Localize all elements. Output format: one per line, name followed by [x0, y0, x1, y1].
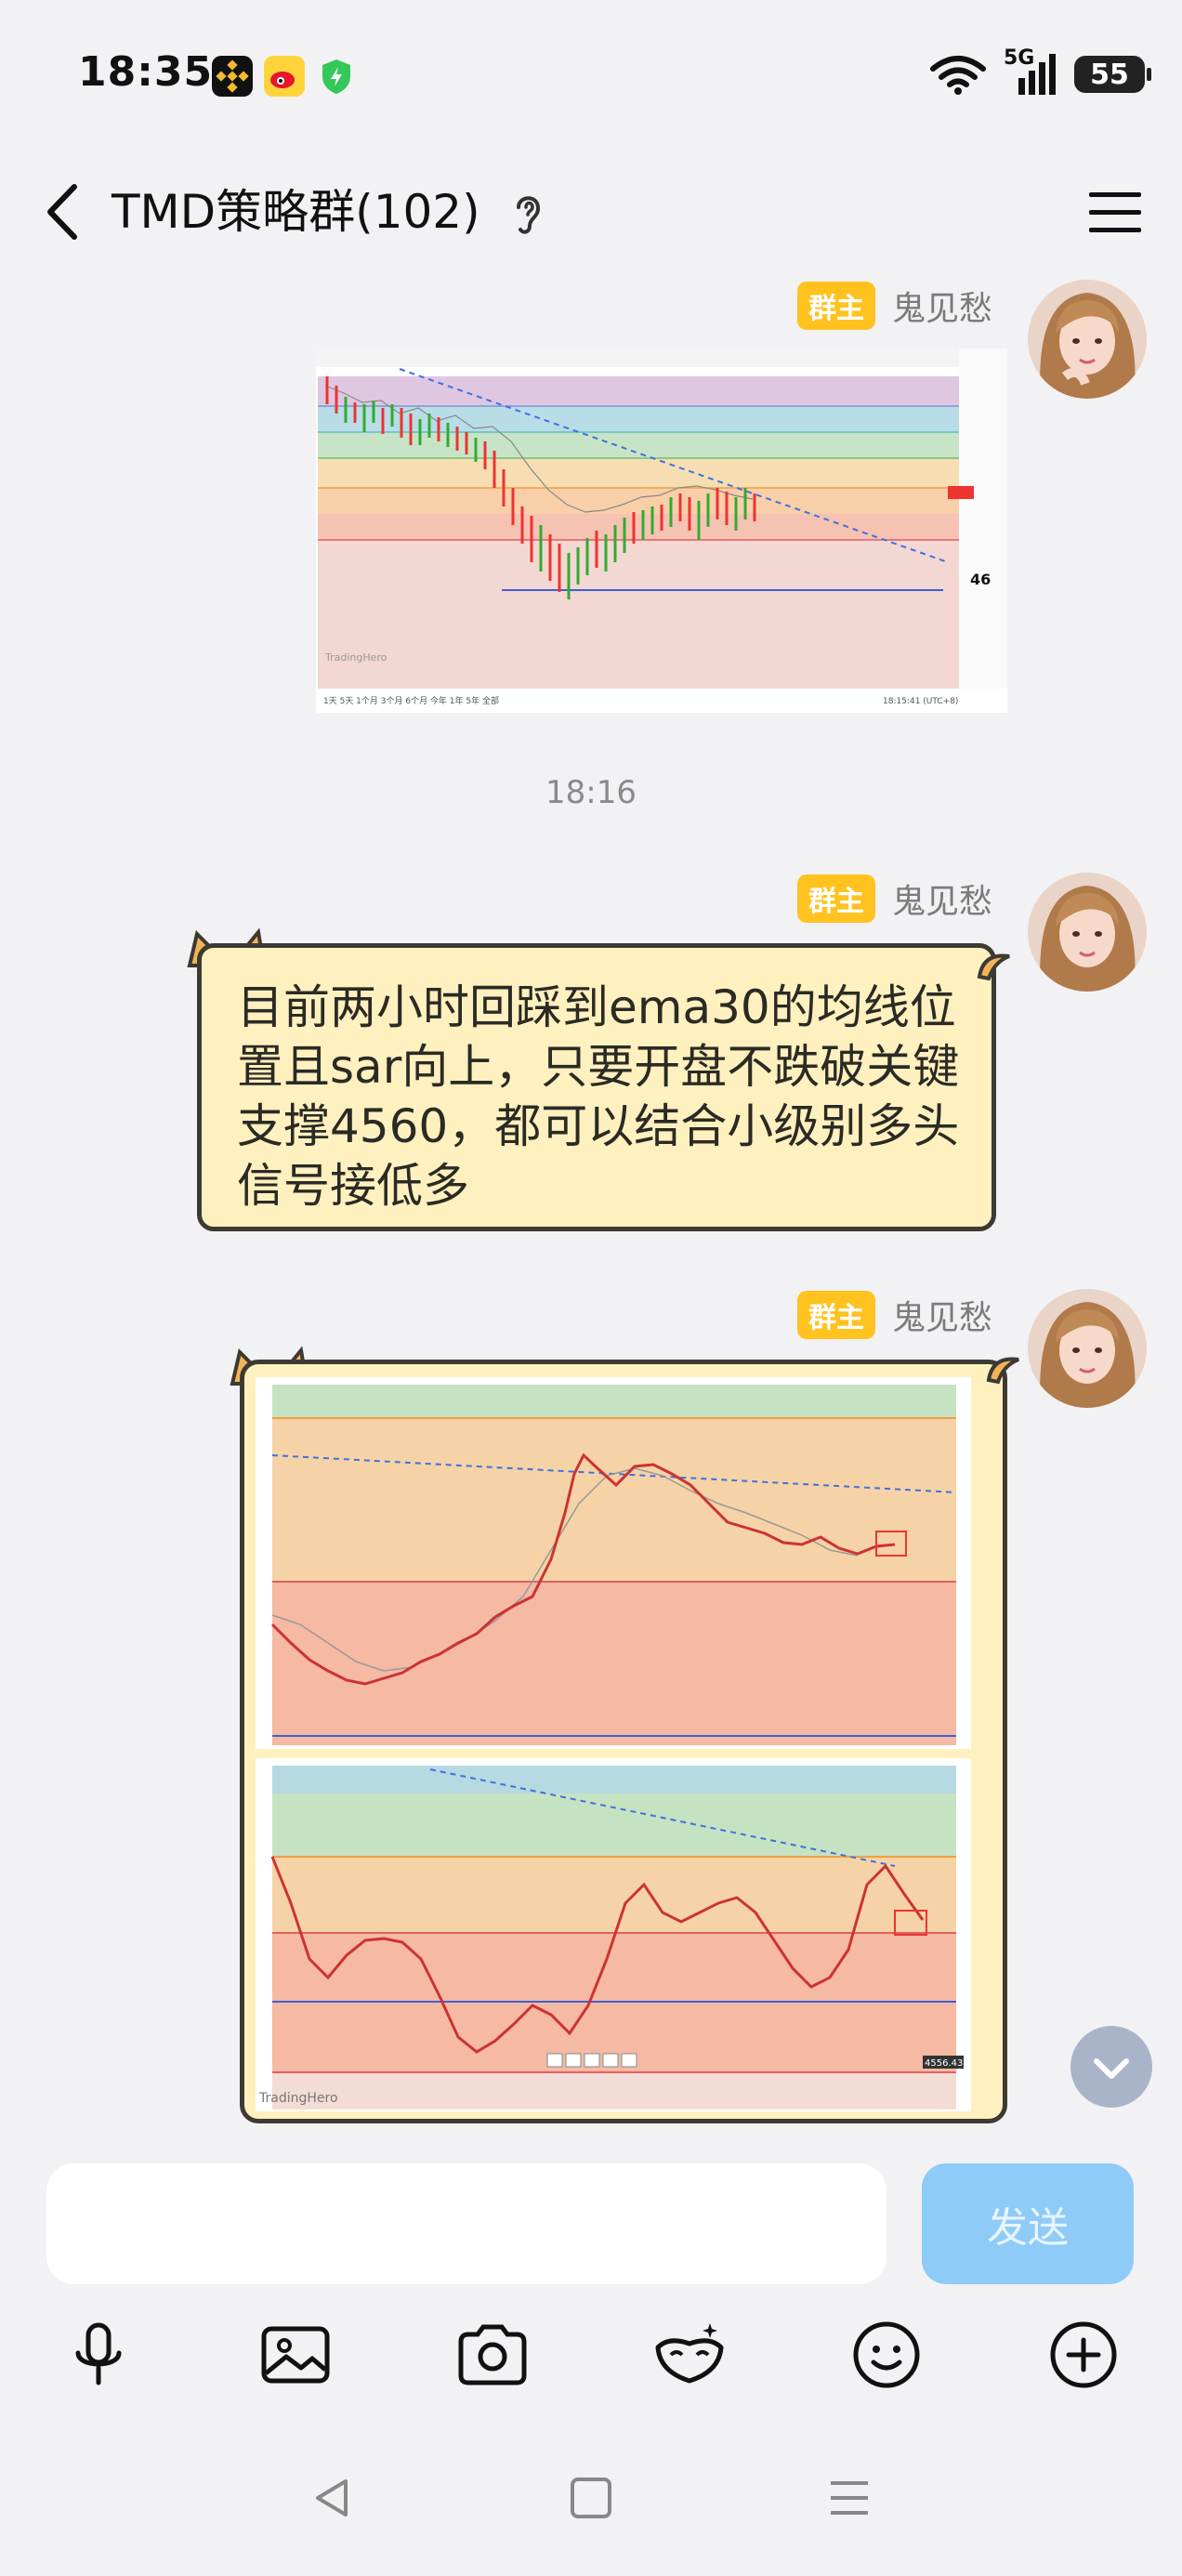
weibo-icon [264, 56, 305, 97]
emoji-icon[interactable] [847, 2316, 926, 2394]
chart-image-1[interactable]: TradingHero 46 1天 5天 1个月 3个月 6个月 今年 1年 5… [316, 348, 1007, 713]
avatar[interactable] [1028, 873, 1147, 992]
cat-tail-decoration [977, 953, 1010, 981]
input-bar: 发送 [0, 2147, 1182, 2295]
avatar[interactable] [1028, 280, 1147, 399]
chat-area[interactable]: 群主 鬼见愁 TradingHero 46 1天 5天 1个月 3个月 6个月 … [0, 274, 1182, 2147]
battery-icon: 55 [1074, 56, 1151, 93]
menu-icon[interactable] [1087, 181, 1145, 243]
chart-image-2[interactable]: TradingHero 4556.43 [244, 1364, 1003, 2119]
avatar[interactable] [1028, 1289, 1147, 1408]
shield-icon [316, 56, 357, 97]
ear-icon[interactable] [511, 191, 545, 237]
image-icon[interactable] [256, 2316, 335, 2394]
input-toolbar [0, 2295, 1182, 2416]
message-timestamp: 18:16 [545, 774, 637, 811]
chart2-watermark: TradingHero [258, 2091, 338, 2106]
status-time: 18:35 [78, 48, 214, 96]
battery-level: 55 [1090, 58, 1129, 91]
voice-icon[interactable] [59, 2316, 138, 2394]
sender-info: 群主 鬼见愁 [796, 282, 992, 330]
sender-info: 群主 鬼见愁 [796, 1291, 992, 1339]
image-message-frame[interactable]: TradingHero 4556.43 [240, 1360, 1007, 2123]
chart2-last-price: 4556.43 [925, 2058, 963, 2069]
sender-name: 鬼见愁 [891, 883, 992, 921]
svg-text:18:15:41 (UTC+8): 18:15:41 (UTC+8) [883, 697, 958, 706]
sender-info: 群主 鬼见愁 [796, 874, 992, 923]
chevron-down-icon [1094, 2058, 1129, 2079]
svg-text:1天 5天 1个月 3个月 6个月 今年 1年: 1天 5天 1个月 3个月 6个月 今年 1年 5年 全部 [323, 695, 499, 706]
network-type: 5G [1004, 46, 1035, 70]
chat-header: TMD策略群(102) [0, 153, 1182, 274]
message-input[interactable] [46, 2163, 886, 2284]
owner-badge: 群主 [796, 282, 875, 330]
chart1-last-price: 46 [970, 571, 991, 588]
scroll-to-bottom-button[interactable] [1070, 2026, 1152, 2108]
camera-icon[interactable] [453, 2316, 532, 2394]
nav-back-icon[interactable] [305, 2470, 361, 2526]
send-button[interactable]: 发送 [922, 2163, 1134, 2284]
owner-badge: 群主 [796, 1291, 875, 1339]
chart1-watermark: TradingHero [324, 651, 387, 664]
sender-name: 鬼见愁 [891, 1299, 992, 1337]
mask-icon[interactable] [650, 2316, 729, 2394]
binance-icon [212, 56, 253, 97]
system-nav-bar [0, 2444, 1182, 2576]
cat-tail-decoration [986, 1357, 1019, 1385]
group-title[interactable]: TMD策略群(102) [112, 179, 480, 244]
nav-home-icon[interactable] [563, 2470, 619, 2526]
message-bubble[interactable]: 目前两小时回踩到ema30的均线位置且sar向上，只要开盘不跌破关键支撑4560… [197, 943, 996, 1231]
nav-recents-icon[interactable] [821, 2470, 877, 2526]
status-bar: 18:35 5G 55 [0, 0, 1182, 153]
back-icon[interactable] [37, 179, 93, 244]
sender-name: 鬼见愁 [891, 290, 992, 328]
wifi-icon [930, 56, 986, 95]
plus-icon[interactable] [1044, 2316, 1123, 2394]
message-text: 目前两小时回踩到ema30的均线位置且sar向上，只要开盘不跌破关键支撑4560… [237, 980, 960, 1213]
signal-icon: 5G [1004, 46, 1057, 97]
owner-badge: 群主 [796, 874, 875, 923]
status-icons: 5G 55 [929, 46, 1151, 97]
